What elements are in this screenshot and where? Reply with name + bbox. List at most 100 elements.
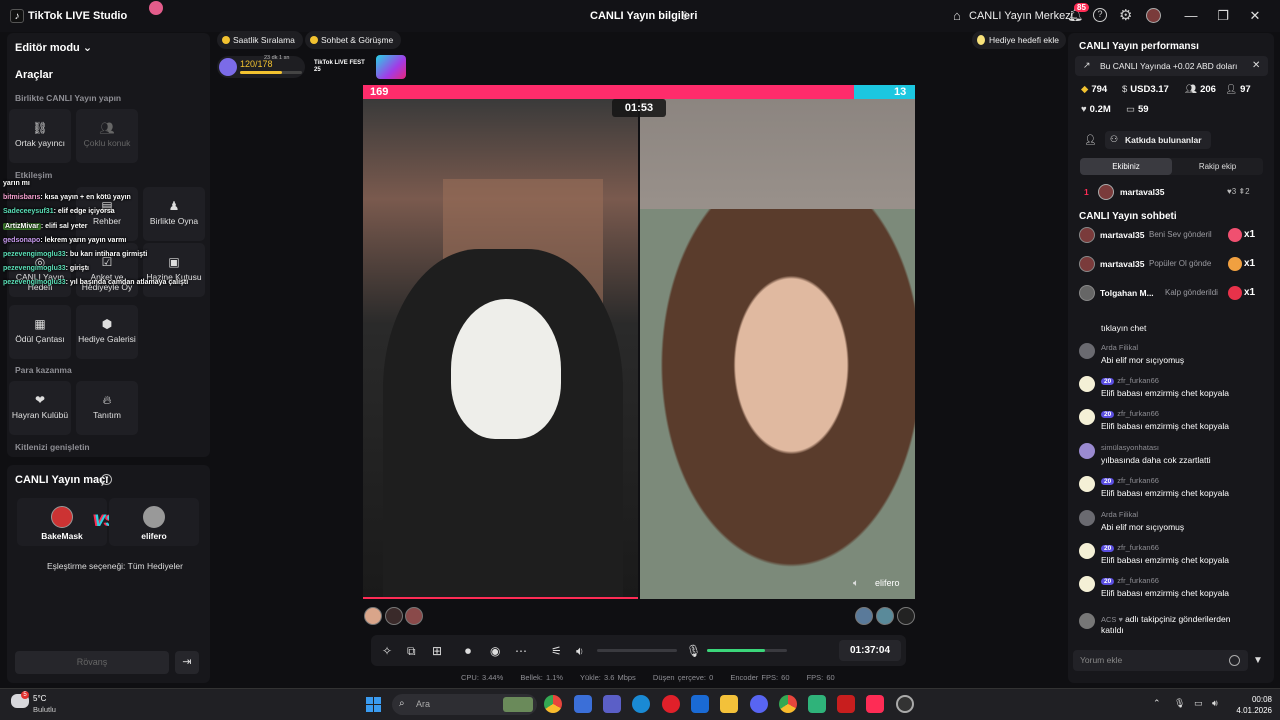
magic-wand-icon[interactable]: ✧	[382, 644, 392, 658]
chat-user-line[interactable]: 20 zfr_furkan66	[1101, 476, 1159, 485]
record-icon[interactable]: ⏺	[465, 644, 471, 659]
fan-club-button[interactable]: ❤ Hayran Kulübü	[9, 381, 71, 435]
avatar[interactable]	[1079, 476, 1095, 492]
chat-user-line[interactable]: 20 zfr_furkan66	[1101, 409, 1159, 418]
viewer-avatar[interactable]	[385, 607, 403, 625]
screenshot-icon[interactable]: ◉	[490, 644, 500, 658]
youtube-icon[interactable]	[837, 695, 855, 713]
follow-user[interactable]: ACS	[1101, 615, 1116, 624]
emoji-icon[interactable]	[1229, 655, 1240, 666]
avatar[interactable]	[1079, 376, 1095, 392]
hourly-ranking-pill[interactable]: Saatlik Sıralama	[217, 31, 303, 49]
chat-user-line[interactable]: 20 zfr_furkan66	[1101, 543, 1159, 552]
viewer-avatar[interactable]	[364, 607, 382, 625]
contributors-button[interactable]: Katkıda bulunanlar	[1105, 131, 1211, 149]
app-icon[interactable]	[896, 695, 914, 713]
minimize-button[interactable]: —	[1181, 6, 1201, 26]
tab-rival-team[interactable]: Rakip ekip	[1172, 158, 1263, 175]
co-host-button[interactable]: ⛓ Ortak yayıncı	[9, 109, 71, 163]
microphone-icon[interactable]: 🎙︎	[1174, 698, 1185, 709]
viewer-avatar[interactable]	[855, 607, 873, 625]
multi-guest-button[interactable]: 👥︎ Çoklu konuk	[76, 109, 138, 163]
reward-bag-button[interactable]: ▦ Ödül Çantası	[9, 305, 71, 359]
home-icon[interactable]: ⌂	[953, 8, 961, 23]
avatar[interactable]	[1079, 576, 1095, 592]
promote-button[interactable]: 🔥︎ Tanıtım	[76, 381, 138, 435]
windows-start-icon[interactable]	[366, 697, 381, 712]
live-center-link[interactable]: CANLI Yayın Merkezi	[969, 10, 1073, 22]
weather-temp[interactable]: 5°C	[33, 694, 46, 703]
avatar[interactable]	[1146, 8, 1161, 23]
discord-icon[interactable]	[750, 695, 768, 713]
volume-slider[interactable]	[597, 649, 677, 652]
share-icon[interactable]: ⇪	[680, 9, 690, 23]
folder-icon[interactable]	[720, 695, 738, 713]
opponent-card[interactable]: elifero	[109, 498, 199, 546]
chrome-icon[interactable]	[779, 695, 797, 713]
avatar[interactable]	[1079, 256, 1095, 272]
speaker-icon[interactable]: 🔊︎	[1212, 698, 1218, 709]
gift-sender[interactable]: martaval35	[1100, 259, 1144, 269]
avatar[interactable]	[1079, 613, 1095, 629]
viewer-avatar[interactable]	[897, 607, 915, 625]
help-icon[interactable]: ?	[101, 474, 112, 485]
editor-mode-dropdown[interactable]: Editör modu ⌄	[15, 41, 92, 54]
add-source-icon[interactable]: ⊞	[432, 644, 442, 658]
chat-user[interactable]: simülasyonhatası	[1101, 443, 1159, 452]
settings-sliders-icon[interactable]: ⚟	[551, 644, 562, 658]
viewer-avatar[interactable]	[405, 607, 423, 625]
more-icon[interactable]: ⋯	[515, 644, 527, 658]
live-fest-logo[interactable]: TikTok LIVE FEST 25	[314, 60, 366, 74]
avatar[interactable]	[1079, 510, 1095, 526]
opera-icon[interactable]	[662, 695, 680, 713]
layout-icon[interactable]: ⧉	[407, 644, 416, 659]
avatar[interactable]	[1079, 285, 1095, 301]
chat-user-line[interactable]: 20 zfr_furkan66	[1101, 376, 1159, 385]
gift-gallery-button[interactable]: ⬢ Hediye Galerisi	[76, 305, 138, 359]
gift-goal-pill[interactable]: Hediye hedefi ekle	[972, 31, 1066, 49]
mic-slider[interactable]	[707, 649, 787, 652]
live-fest-badge[interactable]	[376, 55, 406, 79]
avatar[interactable]	[1098, 184, 1114, 200]
filter-icon[interactable]: ▼	[1253, 655, 1263, 666]
avatar[interactable]	[1079, 443, 1095, 459]
avatar[interactable]	[1079, 543, 1095, 559]
chat-meet-pill[interactable]: Sohbet & Görüşme	[305, 31, 402, 49]
app-icon[interactable]	[808, 695, 826, 713]
speaker-icon[interactable]: 🔈︎	[853, 578, 859, 589]
app-icon[interactable]	[574, 695, 592, 713]
chat-user[interactable]: Arda Filikal	[1101, 343, 1138, 352]
avatar[interactable]	[1079, 227, 1095, 243]
comment-input[interactable]: Yorum ekle	[1073, 650, 1248, 671]
search-highlight-icon[interactable]	[503, 697, 533, 712]
help-icon[interactable]: ?	[1093, 8, 1107, 22]
clock[interactable]: 00:08 4.01.2026	[1232, 694, 1272, 716]
tab-your-team[interactable]: Ekibiniz	[1080, 158, 1172, 175]
chat-user-line[interactable]: 20 zfr_furkan66	[1101, 576, 1159, 585]
avatar[interactable]	[1079, 343, 1095, 359]
tiktok-icon[interactable]	[866, 695, 884, 713]
user-settings-icon[interactable]: 👤︎	[1084, 135, 1097, 146]
close-button[interactable]: ✕	[1245, 6, 1265, 26]
edge-icon[interactable]	[632, 695, 650, 713]
rematch-button[interactable]: Rövanş	[15, 651, 169, 674]
earnings-banner[interactable]: Bu CANLI Yayında +0.02 ABD doları	[1075, 56, 1268, 76]
viewer-avatar[interactable]	[876, 607, 894, 625]
close-icon[interactable]: ✕	[1252, 60, 1260, 71]
volume-icon[interactable]: 🔉︎	[576, 644, 584, 659]
mail-icon[interactable]	[691, 695, 709, 713]
microphone-icon[interactable]: 🎙︎	[686, 644, 701, 658]
chrome-icon[interactable]	[544, 695, 562, 713]
chevron-up-icon[interactable]: ⌃	[1153, 698, 1161, 709]
chat-text: tıklayın chet	[1101, 323, 1147, 333]
avatar[interactable]	[1079, 409, 1095, 425]
contributor-name[interactable]: martaval35	[1120, 187, 1164, 197]
gear-icon[interactable]: ⚙	[1119, 6, 1132, 24]
display-icon[interactable]: ▭	[1194, 698, 1203, 709]
exit-match-icon[interactable]: ⇥	[175, 651, 199, 674]
teams-icon[interactable]	[603, 695, 621, 713]
maximize-button[interactable]: ❐	[1213, 6, 1233, 26]
gift-sender[interactable]: Tolgahan M...	[1100, 288, 1154, 298]
chat-user[interactable]: Arda Filikal	[1101, 510, 1138, 519]
gift-sender[interactable]: martaval35	[1100, 230, 1144, 240]
